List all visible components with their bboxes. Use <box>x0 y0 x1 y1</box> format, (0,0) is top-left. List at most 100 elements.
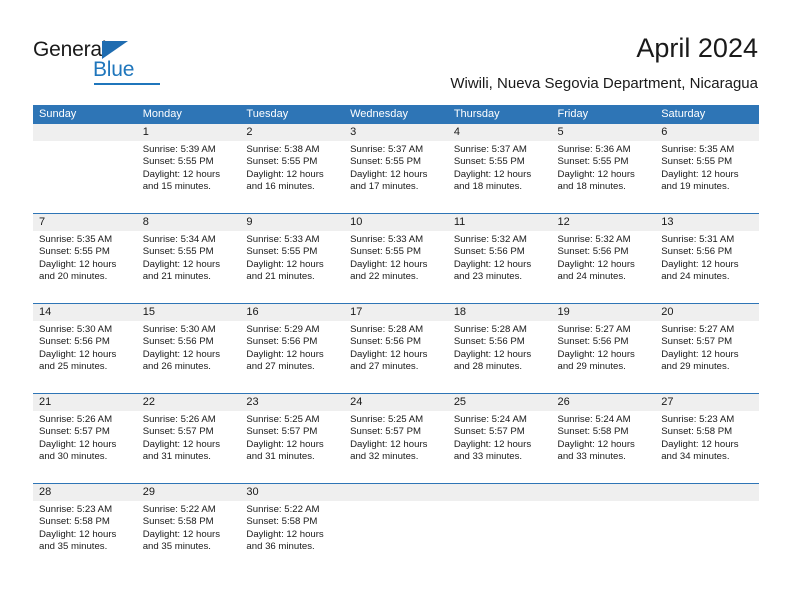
sunset-text: Sunset: 5:55 PM <box>453 156 525 168</box>
day-number[interactable]: 7 <box>33 214 137 231</box>
general-blue-logo[interactable]: General Blue <box>33 38 163 88</box>
day-number[interactable]: 28 <box>33 484 137 501</box>
day-cell[interactable]: Sunrise: 5:25 AM Sunset: 5:57 PM Dayligh… <box>240 411 344 483</box>
daylight-text: Daylight: 12 hours <box>661 168 739 180</box>
day-cell[interactable]: Sunrise: 5:27 AM Sunset: 5:56 PM Dayligh… <box>552 321 656 393</box>
day-cell[interactable]: Sunrise: 5:25 AM Sunset: 5:57 PM Dayligh… <box>344 411 448 483</box>
day-cell[interactable]: Sunrise: 5:29 AM Sunset: 5:56 PM Dayligh… <box>240 321 344 393</box>
day-cell[interactable]: Sunrise: 5:32 AM Sunset: 5:56 PM Dayligh… <box>448 231 552 303</box>
week-body-row: Sunrise: 5:26 AM Sunset: 5:57 PM Dayligh… <box>33 411 759 483</box>
day-cell[interactable]: Sunrise: 5:30 AM Sunset: 5:56 PM Dayligh… <box>33 321 137 393</box>
daylight-text2: and 20 minutes. <box>39 270 108 282</box>
day-number[interactable]: 25 <box>448 394 552 411</box>
day-cell[interactable]: Sunrise: 5:33 AM Sunset: 5:55 PM Dayligh… <box>240 231 344 303</box>
day-cell[interactable] <box>448 501 552 573</box>
day-cell[interactable]: Sunrise: 5:35 AM Sunset: 5:55 PM Dayligh… <box>655 141 759 213</box>
day-cell[interactable]: Sunrise: 5:36 AM Sunset: 5:55 PM Dayligh… <box>552 141 656 213</box>
day-cell[interactable]: Sunrise: 5:30 AM Sunset: 5:56 PM Dayligh… <box>137 321 241 393</box>
day-number[interactable]: 9 <box>240 214 344 231</box>
day-cell[interactable]: Sunrise: 5:26 AM Sunset: 5:57 PM Dayligh… <box>33 411 137 483</box>
sunset-text: Sunset: 5:58 PM <box>142 516 214 528</box>
day-cell[interactable]: Sunrise: 5:24 AM Sunset: 5:58 PM Dayligh… <box>552 411 656 483</box>
day-cell[interactable]: Sunrise: 5:32 AM Sunset: 5:56 PM Dayligh… <box>552 231 656 303</box>
day-number[interactable]: 24 <box>344 394 448 411</box>
day-cell[interactable]: Sunrise: 5:28 AM Sunset: 5:56 PM Dayligh… <box>344 321 448 393</box>
day-cell[interactable]: Sunrise: 5:26 AM Sunset: 5:57 PM Dayligh… <box>137 411 241 483</box>
day-cell[interactable]: Sunrise: 5:28 AM Sunset: 5:56 PM Dayligh… <box>448 321 552 393</box>
daylight-text: Daylight: 12 hours <box>350 168 428 180</box>
day-number[interactable]: 11 <box>448 214 552 231</box>
day-number[interactable]: 30 <box>240 484 344 501</box>
day-number[interactable] <box>448 484 552 501</box>
day-number[interactable]: 22 <box>137 394 241 411</box>
day-number[interactable]: 12 <box>552 214 656 231</box>
sunset-text: Sunset: 5:55 PM <box>39 246 110 258</box>
day-cell[interactable] <box>655 501 759 573</box>
day-number[interactable]: 8 <box>137 214 241 231</box>
day-cell[interactable] <box>552 501 656 573</box>
day-number[interactable]: 2 <box>240 124 344 141</box>
day-cell[interactable]: Sunrise: 5:22 AM Sunset: 5:58 PM Dayligh… <box>240 501 344 573</box>
day-number[interactable]: 19 <box>552 304 656 321</box>
day-cell[interactable]: Sunrise: 5:39 AM Sunset: 5:55 PM Dayligh… <box>137 141 241 213</box>
week-body-row: Sunrise: 5:39 AM Sunset: 5:55 PM Dayligh… <box>33 141 759 213</box>
day-cell[interactable] <box>344 501 448 573</box>
day-number[interactable]: 14 <box>33 304 137 321</box>
day-cell[interactable] <box>33 141 137 213</box>
day-cell[interactable]: Sunrise: 5:24 AM Sunset: 5:57 PM Dayligh… <box>448 411 552 483</box>
week-row: 21 22 23 24 25 26 27 Sunrise: 5:26 AM Su… <box>33 393 759 483</box>
day-number[interactable] <box>33 124 137 141</box>
day-number[interactable]: 29 <box>137 484 241 501</box>
day-number[interactable]: 13 <box>655 214 759 231</box>
day-number[interactable]: 23 <box>240 394 344 411</box>
day-cell[interactable]: Sunrise: 5:34 AM Sunset: 5:55 PM Dayligh… <box>137 231 241 303</box>
day-number[interactable]: 27 <box>655 394 759 411</box>
week-daynum-band: 28 29 30 <box>33 484 759 501</box>
sunrise-text: Sunrise: 5:29 AM <box>246 324 320 335</box>
day-number[interactable]: 6 <box>655 124 759 141</box>
sunrise-text: Sunrise: 5:36 AM <box>557 144 631 155</box>
day-cell[interactable]: Sunrise: 5:31 AM Sunset: 5:56 PM Dayligh… <box>655 231 759 303</box>
day-number[interactable]: 15 <box>137 304 241 321</box>
day-number[interactable]: 5 <box>552 124 656 141</box>
day-number[interactable]: 16 <box>240 304 344 321</box>
daylight-text: Daylight: 12 hours <box>39 258 117 270</box>
sunrise-text: Sunrise: 5:28 AM <box>350 324 424 335</box>
day-cell[interactable]: Sunrise: 5:37 AM Sunset: 5:55 PM Dayligh… <box>344 141 448 213</box>
daylight-text: Daylight: 12 hours <box>661 258 739 270</box>
day-number[interactable]: 4 <box>448 124 552 141</box>
day-cell[interactable]: Sunrise: 5:35 AM Sunset: 5:55 PM Dayligh… <box>33 231 137 303</box>
day-cell[interactable]: Sunrise: 5:27 AM Sunset: 5:57 PM Dayligh… <box>655 321 759 393</box>
day-number[interactable]: 26 <box>552 394 656 411</box>
day-cell[interactable]: Sunrise: 5:23 AM Sunset: 5:58 PM Dayligh… <box>655 411 759 483</box>
sunset-text: Sunset: 5:55 PM <box>142 246 214 258</box>
daylight-text: Daylight: 12 hours <box>557 258 635 270</box>
day-number[interactable] <box>344 484 448 501</box>
daylight-text2: and 30 minutes. <box>39 450 108 462</box>
day-cell[interactable]: Sunrise: 5:23 AM Sunset: 5:58 PM Dayligh… <box>33 501 137 573</box>
day-cell[interactable]: Sunrise: 5:33 AM Sunset: 5:55 PM Dayligh… <box>344 231 448 303</box>
day-number[interactable]: 18 <box>448 304 552 321</box>
day-number[interactable]: 3 <box>344 124 448 141</box>
weekday-header-thursday: Thursday <box>453 108 500 120</box>
day-number[interactable]: 17 <box>344 304 448 321</box>
daylight-text2: and 36 minutes. <box>246 540 315 552</box>
sunset-text: Sunset: 5:56 PM <box>142 336 214 348</box>
day-cell[interactable]: Sunrise: 5:38 AM Sunset: 5:55 PM Dayligh… <box>240 141 344 213</box>
daylight-text: Daylight: 12 hours <box>557 348 635 360</box>
day-number[interactable]: 20 <box>655 304 759 321</box>
daylight-text: Daylight: 12 hours <box>246 168 324 180</box>
day-number[interactable]: 21 <box>33 394 137 411</box>
sunrise-text: Sunrise: 5:33 AM <box>350 234 424 245</box>
day-cell[interactable]: Sunrise: 5:22 AM Sunset: 5:58 PM Dayligh… <box>137 501 241 573</box>
day-cell[interactable]: Sunrise: 5:37 AM Sunset: 5:55 PM Dayligh… <box>448 141 552 213</box>
week-body-row: Sunrise: 5:23 AM Sunset: 5:58 PM Dayligh… <box>33 501 759 573</box>
day-number[interactable] <box>552 484 656 501</box>
sunrise-text: Sunrise: 5:26 AM <box>142 414 216 425</box>
day-number[interactable] <box>655 484 759 501</box>
week-daynum-band: 14 15 16 17 18 19 20 <box>33 304 759 321</box>
weekday-header-tuesday: Tuesday <box>246 108 289 120</box>
day-number[interactable]: 1 <box>137 124 241 141</box>
day-number[interactable]: 10 <box>344 214 448 231</box>
daylight-text2: and 31 minutes. <box>142 450 211 462</box>
